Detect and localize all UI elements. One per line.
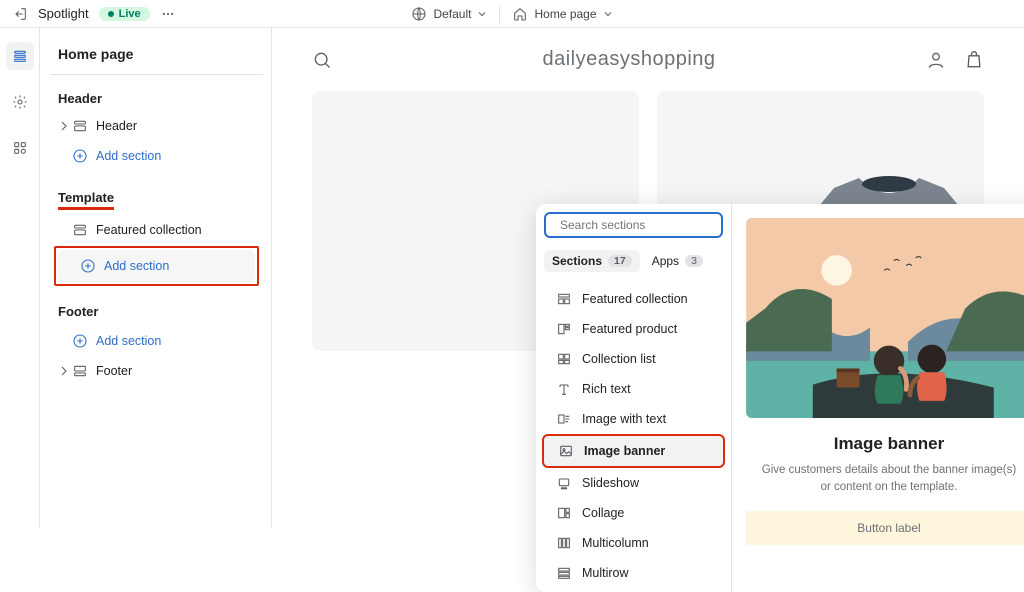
apps-icon xyxy=(12,140,28,156)
slideshow-icon xyxy=(556,475,572,491)
section-icon xyxy=(556,321,572,337)
chevron-down-icon xyxy=(603,9,613,19)
top-bar: Spotlight Live Default Home page xyxy=(0,0,1024,28)
section-preview: Image banner Give customers details abou… xyxy=(746,218,1024,545)
gear-icon xyxy=(12,94,28,110)
search-field[interactable] xyxy=(560,218,715,232)
section-icon xyxy=(72,222,88,238)
chevron-right-icon xyxy=(56,363,72,379)
home-icon xyxy=(512,6,528,22)
section-option-multicolumn[interactable]: Multicolumn xyxy=(542,528,725,558)
plus-circle-icon xyxy=(72,333,88,349)
section-option-collage[interactable]: Collage xyxy=(542,498,725,528)
tab-apps[interactable]: Apps 3 xyxy=(644,250,711,272)
columns-icon xyxy=(556,535,572,551)
section-option-collection-list[interactable]: Collection list xyxy=(542,344,725,374)
section-picker-popup: Sections 17 Apps 3 Featured collection F… xyxy=(536,204,1024,592)
rail-sections[interactable] xyxy=(6,42,34,70)
account-icon[interactable] xyxy=(926,50,946,70)
plus-circle-icon xyxy=(72,148,88,164)
section-option-featured-collection[interactable]: Featured collection xyxy=(542,284,725,314)
section-option-slideshow[interactable]: Slideshow xyxy=(542,468,725,498)
add-section-footer[interactable]: Add section xyxy=(50,325,263,357)
image-icon xyxy=(558,443,574,459)
status-badge: Live xyxy=(99,7,150,21)
section-icon xyxy=(556,411,572,427)
section-icon xyxy=(72,118,88,134)
tab-sections[interactable]: Sections 17 xyxy=(544,250,640,272)
store-name: dailyeasyshopping xyxy=(332,48,926,71)
text-icon xyxy=(556,381,572,397)
section-icon xyxy=(556,291,572,307)
search-icon[interactable] xyxy=(312,50,332,70)
section-option-rich-text[interactable]: Rich text xyxy=(542,374,725,404)
sections-icon xyxy=(12,48,28,64)
sidebar-item-label: Header xyxy=(96,119,137,133)
add-section-template[interactable]: Add section xyxy=(58,250,255,282)
group-header: Header xyxy=(50,85,263,112)
bag-icon[interactable] xyxy=(964,50,984,70)
locale-selector[interactable]: Default xyxy=(411,6,487,22)
section-option-image-with-text[interactable]: Image with text xyxy=(542,404,725,434)
page-title: Home page xyxy=(50,42,263,75)
section-list[interactable]: Featured collection Featured product Col… xyxy=(536,280,731,592)
preview-description: Give customers details about the banner … xyxy=(746,462,1024,497)
plus-circle-icon xyxy=(80,258,96,274)
banner-illustration xyxy=(746,218,1024,418)
sidebar-item-label: Featured collection xyxy=(96,223,202,237)
section-option-featured-product[interactable]: Featured product xyxy=(542,314,725,344)
theme-name: Spotlight xyxy=(38,6,89,21)
section-icon xyxy=(72,363,88,379)
left-rail xyxy=(0,28,40,528)
exit-icon[interactable] xyxy=(12,6,28,22)
section-option-image-banner[interactable]: Image banner xyxy=(542,434,725,468)
sidebar-item-footer[interactable]: Footer xyxy=(50,357,263,385)
globe-icon xyxy=(411,6,427,22)
sidebar-item-header[interactable]: Header xyxy=(50,112,263,140)
sidebar: Home page Header Header Add section Temp… xyxy=(40,28,272,528)
preview-title: Image banner xyxy=(834,434,945,454)
group-template: Template xyxy=(50,184,263,216)
sidebar-item-featured-collection[interactable]: Featured collection xyxy=(50,216,263,244)
collage-icon xyxy=(556,505,572,521)
section-icon xyxy=(556,351,572,367)
chevron-down-icon xyxy=(477,9,487,19)
rows-icon xyxy=(556,565,572,581)
more-icon[interactable] xyxy=(160,6,176,22)
add-section-header[interactable]: Add section xyxy=(50,140,263,172)
rail-settings[interactable] xyxy=(6,88,34,116)
section-option-multirow[interactable]: Multirow xyxy=(542,558,725,588)
chevron-right-icon xyxy=(56,118,72,134)
search-sections-input[interactable] xyxy=(544,212,723,238)
sidebar-item-label: Footer xyxy=(96,364,132,378)
page-selector[interactable]: Home page xyxy=(512,6,612,22)
preview-area: dailyeasyshopping xyxy=(272,28,1024,528)
rail-apps[interactable] xyxy=(6,134,34,162)
group-footer: Footer xyxy=(50,298,263,325)
